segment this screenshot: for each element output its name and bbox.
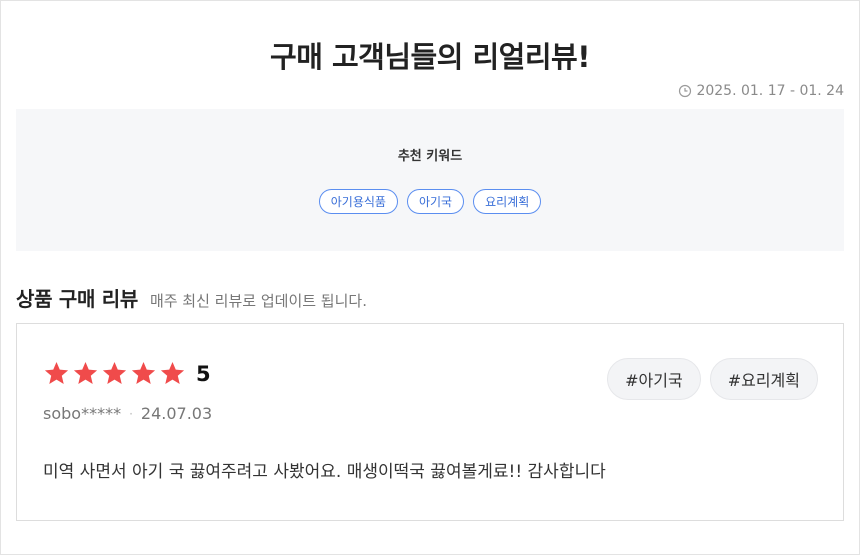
section-description: 매주 최신 리뷰로 업데이트 됩니다.	[149, 292, 367, 310]
keyword-list: 아기용식품 아기국 요리계획	[16, 189, 844, 214]
rating-value: 5	[196, 361, 211, 386]
reviews-section-header: 상품 구매 리뷰 매주 최신 리뷰로 업데이트 됩니다.	[16, 283, 367, 312]
page-title: 구매 고객님들의 리얼리뷰!	[270, 40, 590, 74]
keywords-title: 추천 키워드	[397, 149, 463, 164]
review-tags: #아기국 #요리계획	[607, 358, 818, 400]
keyword-chip[interactable]: 아기용식품	[318, 189, 398, 214]
review-period: 2025. 01. 17 - 01. 24	[678, 83, 844, 99]
star-icon	[44, 362, 69, 384]
star-rating	[43, 360, 186, 387]
recommended-keywords-panel: 추천 키워드 아기용식품 아기국 요리계획	[16, 109, 844, 251]
keyword-chip[interactable]: 요리계획	[473, 189, 542, 214]
review-tag[interactable]: #요리계획	[709, 358, 818, 400]
period-text: 2025. 01. 17 - 01. 24	[696, 83, 844, 99]
section-title: 상품 구매 리뷰	[16, 287, 138, 311]
review-text: 미역 사면서 아기 국 끓여주려고 사봤어요. 매생이떡국 끓여볼게료!! 감사…	[43, 462, 606, 482]
star-icon	[102, 362, 127, 384]
star-icon	[73, 362, 98, 384]
star-icon	[131, 362, 156, 384]
review-rating: 5	[43, 360, 211, 387]
keyword-chip[interactable]: 아기국	[406, 189, 465, 214]
meta-separator: ·	[129, 406, 133, 421]
review-card: 5 sobo***** · 24.07.03 #아기국 #요리계획 미역 사면서…	[16, 323, 844, 521]
review-tag[interactable]: #아기국	[607, 358, 701, 400]
star-icon	[160, 362, 185, 384]
review-meta: sobo***** · 24.07.03	[43, 404, 212, 423]
review-author: sobo*****	[43, 404, 122, 423]
review-date: 24.07.03	[140, 404, 213, 423]
clock-icon	[679, 84, 692, 98]
